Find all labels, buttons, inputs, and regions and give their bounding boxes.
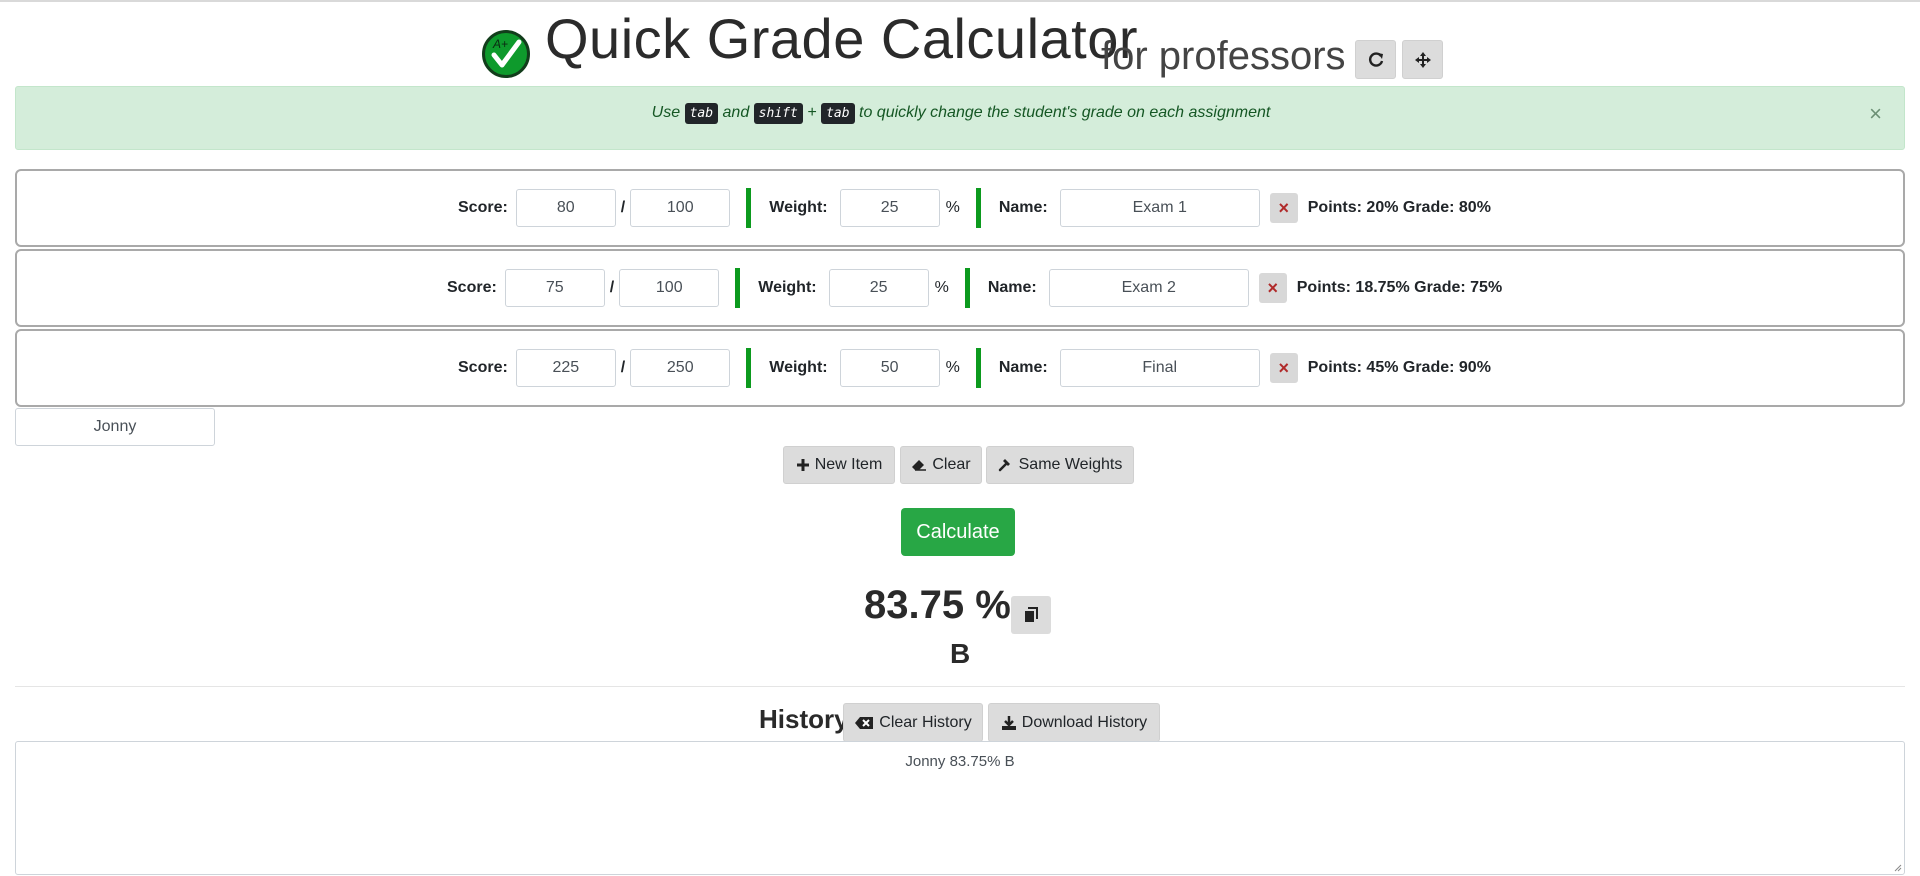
delete-row-button[interactable]: × xyxy=(1269,353,1298,383)
copy-button[interactable] xyxy=(1011,596,1051,634)
total-input[interactable] xyxy=(630,349,731,387)
gavel-icon xyxy=(998,459,1010,472)
letter-grade: B xyxy=(950,638,971,669)
divider-bar xyxy=(975,188,981,228)
calculate-button[interactable]: Calculate xyxy=(901,508,1015,556)
divider-bar xyxy=(746,188,752,228)
divider-bar xyxy=(964,268,970,308)
alert-prefix: Use xyxy=(651,104,681,121)
refresh-icon xyxy=(1368,51,1383,67)
weight-label: Weight: xyxy=(769,199,828,216)
total-input[interactable] xyxy=(619,269,720,307)
clear-button[interactable]: Clear xyxy=(900,446,982,484)
divider-bar xyxy=(746,348,752,388)
score-input[interactable] xyxy=(504,269,605,307)
close-icon: × xyxy=(1278,357,1289,378)
assignment-name-input[interactable] xyxy=(1059,349,1260,387)
weight-input[interactable] xyxy=(828,269,929,307)
assignment-row: Score: / Weight: % Name: × Points: 45% G… xyxy=(15,329,1905,407)
row-summary: Points: 20% Grade: 80% xyxy=(1307,199,1491,216)
move-icon xyxy=(1414,51,1431,68)
plus-icon xyxy=(796,459,809,471)
backspace-icon xyxy=(855,716,874,729)
weight-label: Weight: xyxy=(758,279,817,296)
alert-suffix: to quickly change the student's grade on… xyxy=(859,104,1271,121)
download-history-label: Download History xyxy=(1021,713,1148,731)
score-input[interactable] xyxy=(515,349,616,387)
history-textarea[interactable]: Jonny 83.75% B xyxy=(15,741,1905,875)
page-title: Quick Grade Calculator xyxy=(545,7,1139,70)
divider-bar xyxy=(735,268,741,308)
tab-key: tab xyxy=(684,103,719,124)
row-summary: Points: 45% Grade: 90% xyxy=(1307,359,1491,376)
weight-input[interactable] xyxy=(839,189,940,227)
top-border xyxy=(0,0,1920,2)
row-summary: Points: 18.75% Grade: 75% xyxy=(1296,279,1503,296)
clear-history-button[interactable]: Clear History xyxy=(843,703,983,742)
page-subtitle: for professors xyxy=(1101,34,1346,78)
move-button[interactable] xyxy=(1402,40,1443,79)
divider-bar xyxy=(975,348,981,388)
resize-handle-icon[interactable] xyxy=(1893,863,1902,872)
same-weights-label: Same Weights xyxy=(1018,456,1123,473)
clear-history-label: Clear History xyxy=(879,713,972,731)
percent-sign: % xyxy=(934,279,949,296)
percent-sign: % xyxy=(945,359,960,376)
same-weights-button[interactable]: Same Weights xyxy=(986,446,1134,484)
history-title: History xyxy=(759,704,849,734)
eraser-icon xyxy=(912,460,927,471)
close-icon: × xyxy=(1267,277,1278,298)
section-divider xyxy=(15,686,1905,687)
tab-key-2: tab xyxy=(821,103,855,124)
assignment-row: Score: / Weight: % Name: × Points: 20% G… xyxy=(15,169,1905,247)
name-label: Name: xyxy=(998,359,1048,376)
name-label: Name: xyxy=(998,199,1048,216)
delete-row-button[interactable]: × xyxy=(1258,273,1287,303)
refresh-button[interactable] xyxy=(1355,40,1396,79)
slash: / xyxy=(620,359,626,376)
alert-and: and xyxy=(722,104,750,121)
delete-row-button[interactable]: × xyxy=(1269,193,1298,223)
slash: / xyxy=(609,279,615,296)
percent-sign: % xyxy=(945,199,960,216)
assignment-name-input[interactable] xyxy=(1059,189,1260,227)
alert-plus: + xyxy=(807,104,817,121)
student-name-input[interactable] xyxy=(15,408,215,446)
assignment-name-input[interactable] xyxy=(1048,269,1249,307)
close-icon: × xyxy=(1278,197,1289,218)
svg-text:A+: A+ xyxy=(492,37,508,51)
copy-icon xyxy=(1025,607,1038,622)
grade-logo-icon: A+ xyxy=(482,30,530,78)
alert-message: Use tab and shift + tab to quickly chang… xyxy=(16,103,1906,124)
weight-input[interactable] xyxy=(839,349,940,387)
score-input[interactable] xyxy=(515,189,616,227)
final-percent: 83.75 % xyxy=(864,583,1011,627)
name-label: Name: xyxy=(987,279,1037,296)
clear-label: Clear xyxy=(932,456,971,473)
keyboard-tip-alert: Use tab and shift + tab to quickly chang… xyxy=(15,86,1905,150)
total-input[interactable] xyxy=(630,189,731,227)
new-item-label: New Item xyxy=(814,456,883,473)
history-entry: Jonny 83.75% B xyxy=(905,753,1015,770)
download-icon xyxy=(1001,715,1016,730)
page-header: A+ Quick Grade Calculator for professors xyxy=(0,6,1920,82)
slash: / xyxy=(620,199,626,216)
assignment-row: Score: / Weight: % Name: × Points: 18.75… xyxy=(15,249,1905,327)
score-label: Score: xyxy=(458,199,508,216)
new-item-button[interactable]: New Item xyxy=(783,446,895,484)
close-icon[interactable]: × xyxy=(1869,103,1882,125)
download-history-button[interactable]: Download History xyxy=(988,703,1160,742)
shift-key: shift xyxy=(753,103,803,124)
weight-label: Weight: xyxy=(769,359,828,376)
score-label: Score: xyxy=(458,359,508,376)
score-label: Score: xyxy=(447,279,497,296)
